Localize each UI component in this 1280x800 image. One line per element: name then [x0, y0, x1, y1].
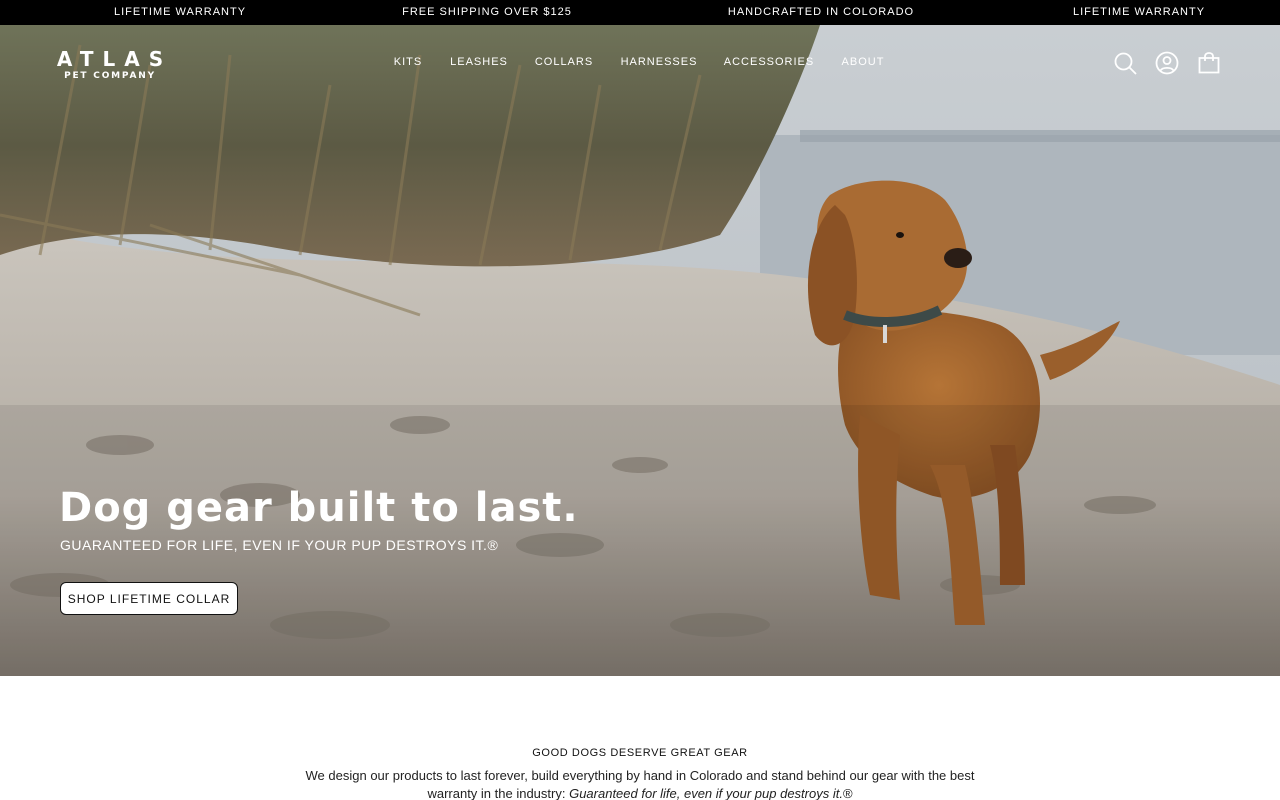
cart-icon[interactable]: [1197, 51, 1221, 75]
nav-item-accessories[interactable]: ACCESSORIES: [724, 55, 814, 69]
hero-subtitle: GUARANTEED FOR LIFE, EVEN IF YOUR PUP DE…: [60, 537, 499, 553]
main-nav: KITS LEASHES COLLARS HARNESSES ACCESSORI…: [0, 55, 1280, 71]
nav-item-about[interactable]: ABOUT: [842, 55, 885, 69]
shop-lifetime-collar-button[interactable]: SHOP LIFETIME COLLAR: [60, 582, 238, 615]
search-icon[interactable]: [1113, 51, 1137, 75]
announcement-bar: LIFETIME WARRANTY FREE SHIPPING OVER $12…: [0, 0, 1280, 25]
logo-subtitle: PET COMPANY: [64, 71, 156, 81]
announcement-item: LIFETIME WARRANTY: [113, 6, 247, 18]
announcement-item: LIFETIME WARRANTY: [1072, 6, 1206, 18]
nav-item-kits[interactable]: KITS: [394, 55, 422, 69]
hero-title: Dog gear built to last.: [59, 485, 579, 531]
nav-item-collars[interactable]: COLLARS: [535, 55, 593, 69]
account-icon[interactable]: [1155, 51, 1179, 75]
intro-body-emphasis: Guaranteed for life, even if your pup de…: [569, 786, 843, 800]
intro-body: We design our products to last forever, …: [290, 767, 990, 800]
nav-item-harnesses[interactable]: HARNESSES: [621, 55, 698, 69]
announcement-item: HANDCRAFTED IN COLORADO: [727, 6, 915, 18]
announcement-item: FREE SHIPPING OVER $125: [402, 6, 572, 18]
intro-body-mark: ®: [842, 786, 853, 800]
nav-item-leashes[interactable]: LEASHES: [450, 55, 508, 69]
intro-kicker: GOOD DOGS DESERVE GREAT GEAR: [532, 747, 748, 759]
hero-banner: ATLAS PET COMPANY KITS LEASHES COLLARS H…: [0, 25, 1280, 676]
hero-image: [0, 25, 1280, 676]
